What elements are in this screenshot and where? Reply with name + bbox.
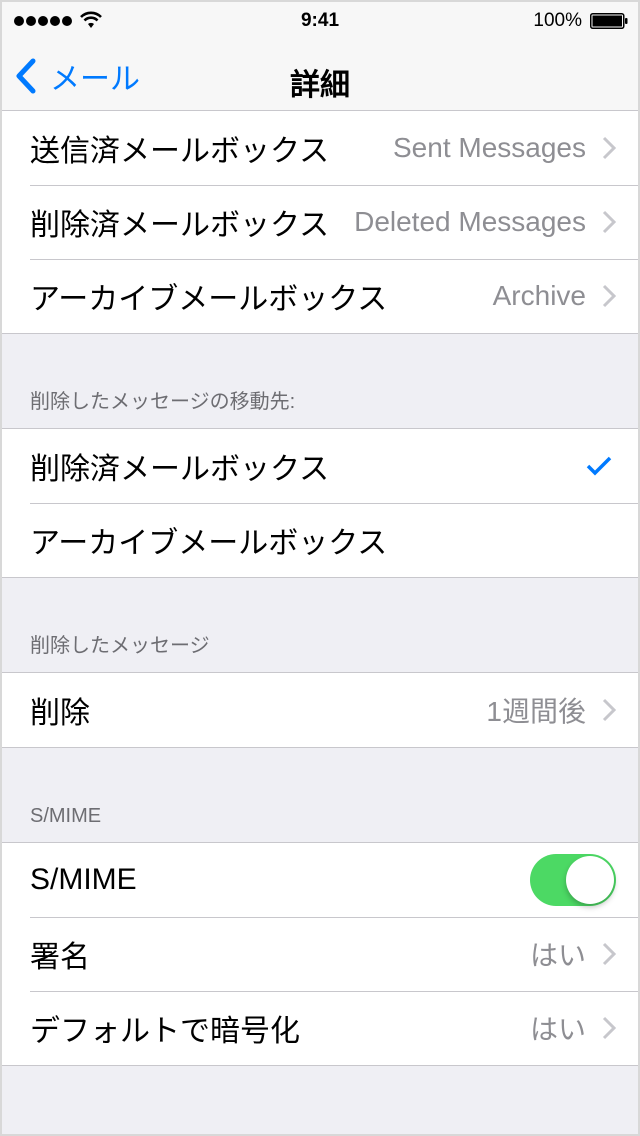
row-label: アーカイブメールボックス: [30, 283, 388, 316]
navigation-bar: メール 詳細: [2, 42, 638, 111]
row-value: Archive: [492, 280, 586, 311]
option-deleted-mailbox[interactable]: 削除済メールボックス: [2, 429, 638, 503]
settings-content: 送信済メールボックス Sent Messages 削除済メールボックス Dele…: [2, 111, 638, 1066]
chevron-right-icon: [602, 136, 616, 160]
smime-toggle-row: S/MIME: [2, 843, 638, 917]
smime-toggle[interactable]: [530, 854, 616, 906]
archive-mailbox-row[interactable]: アーカイブメールボックス Archive: [2, 259, 638, 333]
row-value: はい: [529, 1014, 586, 1045]
row-value: Sent Messages: [393, 132, 586, 163]
sign-row[interactable]: 署名 はい: [2, 917, 638, 991]
move-deleted-header: 削除したメッセージの移動先:: [30, 391, 296, 413]
remove-row[interactable]: 削除 1週間後: [2, 673, 638, 747]
chevron-right-icon: [602, 698, 616, 722]
chevron-right-icon: [602, 942, 616, 966]
encrypt-by-default-row[interactable]: デフォルトで暗号化 はい: [2, 991, 638, 1065]
row-label: 削除: [30, 697, 90, 730]
page-title: 詳細: [290, 69, 350, 102]
row-label: 送信済メールボックス: [30, 135, 330, 168]
smime-group: S/MIME 署名 はい デフォルトで暗号化 はい: [2, 842, 638, 1066]
battery-icon: [590, 13, 628, 29]
deleted-mailbox-row[interactable]: 削除済メールボックス Deleted Messages: [2, 185, 638, 259]
toggle-knob: [566, 856, 614, 904]
mailbox-settings-group: 送信済メールボックス Sent Messages 削除済メールボックス Dele…: [2, 111, 638, 334]
row-value: はい: [529, 940, 586, 971]
deleted-messages-group: 削除 1週間後: [2, 672, 638, 748]
row-label: 削除済メールボックス: [30, 209, 330, 242]
row-label: デフォルトで暗号化: [30, 1015, 300, 1048]
chevron-right-icon: [602, 210, 616, 234]
chevron-right-icon: [602, 1016, 616, 1040]
status-bar: 9:41 100%: [2, 2, 638, 42]
option-archive-mailbox[interactable]: アーカイブメールボックス: [2, 503, 638, 577]
row-label: S/MIME: [30, 863, 137, 896]
row-value: Deleted Messages: [354, 206, 586, 237]
row-label: 署名: [30, 941, 90, 974]
move-deleted-group: 削除済メールボックス アーカイブメールボックス: [2, 428, 638, 578]
smime-header: S/MIME: [30, 805, 102, 827]
sent-mailbox-row[interactable]: 送信済メールボックス Sent Messages: [2, 111, 638, 185]
row-value: 1週間後: [486, 696, 586, 727]
deleted-messages-header: 削除したメッセージ: [30, 635, 210, 657]
chevron-right-icon: [602, 284, 616, 308]
row-label: 削除済メールボックス: [30, 453, 330, 486]
checkmark-icon: [586, 456, 612, 476]
battery-percentage: 100%: [533, 10, 582, 31]
row-label: アーカイブメールボックス: [30, 527, 388, 560]
